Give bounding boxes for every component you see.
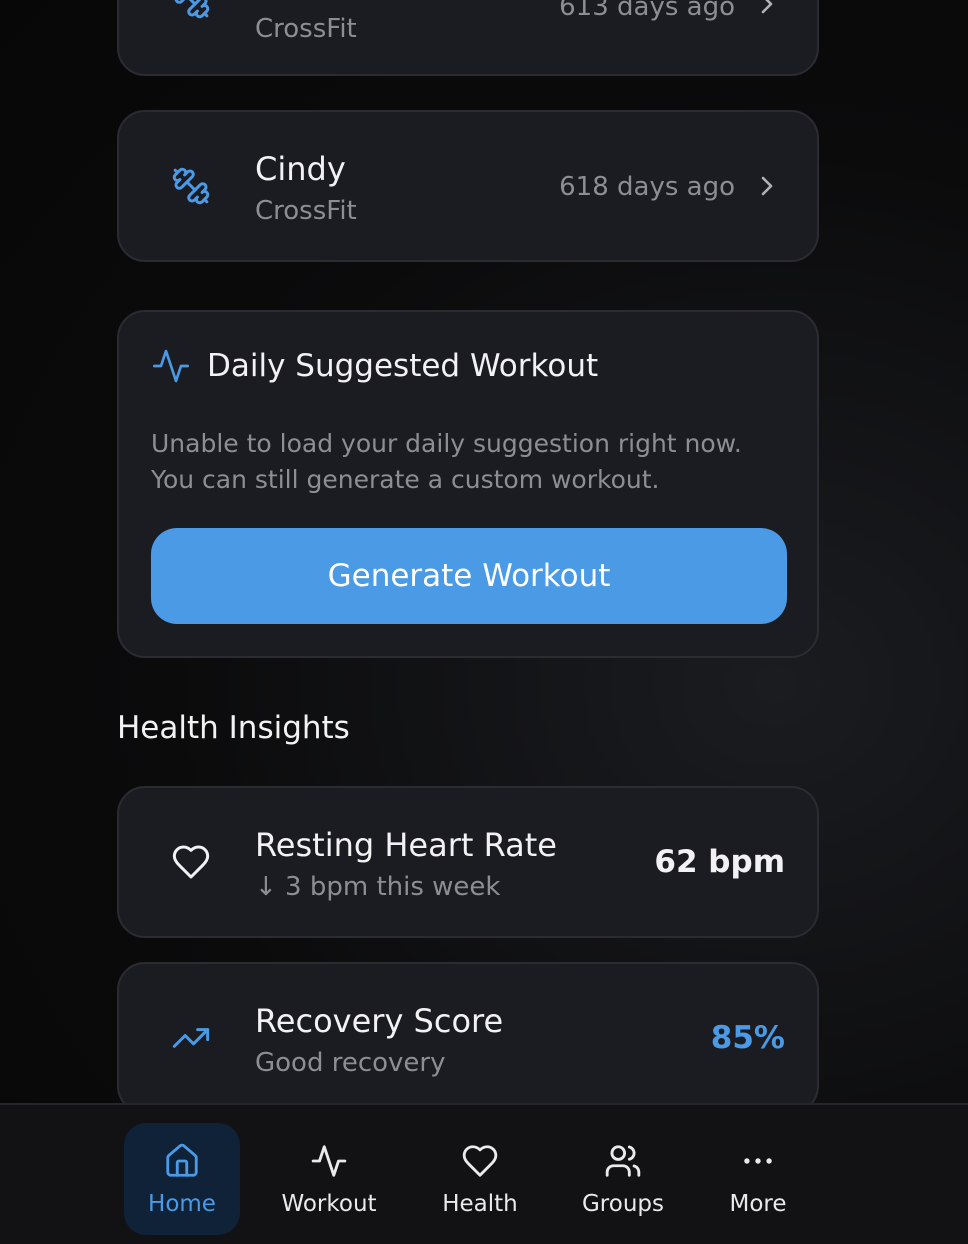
tab-label: Workout — [281, 1191, 377, 1217]
users-icon — [603, 1141, 643, 1181]
heart-icon — [460, 1141, 500, 1181]
chevron-right-icon — [757, 174, 777, 198]
suggestion-message: Unable to load your daily suggestion rig… — [151, 429, 742, 494]
chevron-right-icon — [757, 0, 777, 16]
workout-name: Cindy — [255, 150, 346, 188]
insight-title: Recovery Score — [255, 1002, 504, 1040]
tab-health[interactable]: Health — [430, 1123, 530, 1235]
app-screen: CrossFit 613 days ago Cindy CrossFit 618… — [0, 0, 968, 1244]
tab-groups[interactable]: Groups — [572, 1123, 674, 1235]
workout-type: CrossFit — [255, 14, 357, 44]
activity-icon — [151, 346, 191, 386]
insight-title: Resting Heart Rate — [255, 826, 557, 864]
workout-row[interactable]: Cindy CrossFit 618 days ago — [117, 110, 819, 262]
tab-label: Home — [148, 1191, 216, 1217]
suggestion-header: Daily Suggested Workout — [151, 346, 598, 386]
bottom-tab-bar: Home Workout Health Groups More — [0, 1103, 968, 1244]
workout-ago: 613 days ago — [559, 0, 735, 22]
section-title: Health Insights — [117, 710, 350, 746]
insight-row[interactable]: Resting Heart Rate ↓ 3 bpm this week 62 … — [117, 786, 819, 938]
tab-home[interactable]: Home — [124, 1123, 240, 1235]
dumbbell-icon — [169, 164, 213, 208]
generate-workout-button[interactable]: Generate Workout — [151, 528, 787, 624]
workout-ago: 618 days ago — [559, 172, 735, 202]
home-icon — [162, 1141, 202, 1181]
tab-label: Health — [442, 1191, 518, 1217]
suggestion-title: Daily Suggested Workout — [207, 348, 599, 384]
insight-row[interactable]: Recovery Score Good recovery 85% — [117, 962, 819, 1114]
insight-subtitle: Good recovery — [255, 1048, 446, 1078]
tab-workout[interactable]: Workout — [272, 1123, 386, 1235]
workout-row[interactable]: CrossFit 613 days ago — [117, 0, 819, 76]
tab-label: Groups — [581, 1191, 664, 1217]
workout-type: CrossFit — [255, 196, 357, 226]
tab-label: More — [729, 1191, 787, 1217]
dumbbell-icon — [169, 0, 213, 22]
insight-value: 62 bpm — [654, 844, 785, 880]
daily-suggestion-card: Daily Suggested Workout Unable to load y… — [117, 310, 819, 658]
tab-more[interactable]: More — [716, 1123, 800, 1235]
heart-icon — [169, 840, 213, 884]
insight-subtitle: ↓ 3 bpm this week — [255, 872, 501, 902]
insight-value: 85% — [710, 1020, 785, 1056]
activity-icon — [309, 1141, 349, 1181]
more-icon — [738, 1141, 778, 1181]
trending-up-icon — [169, 1016, 213, 1060]
